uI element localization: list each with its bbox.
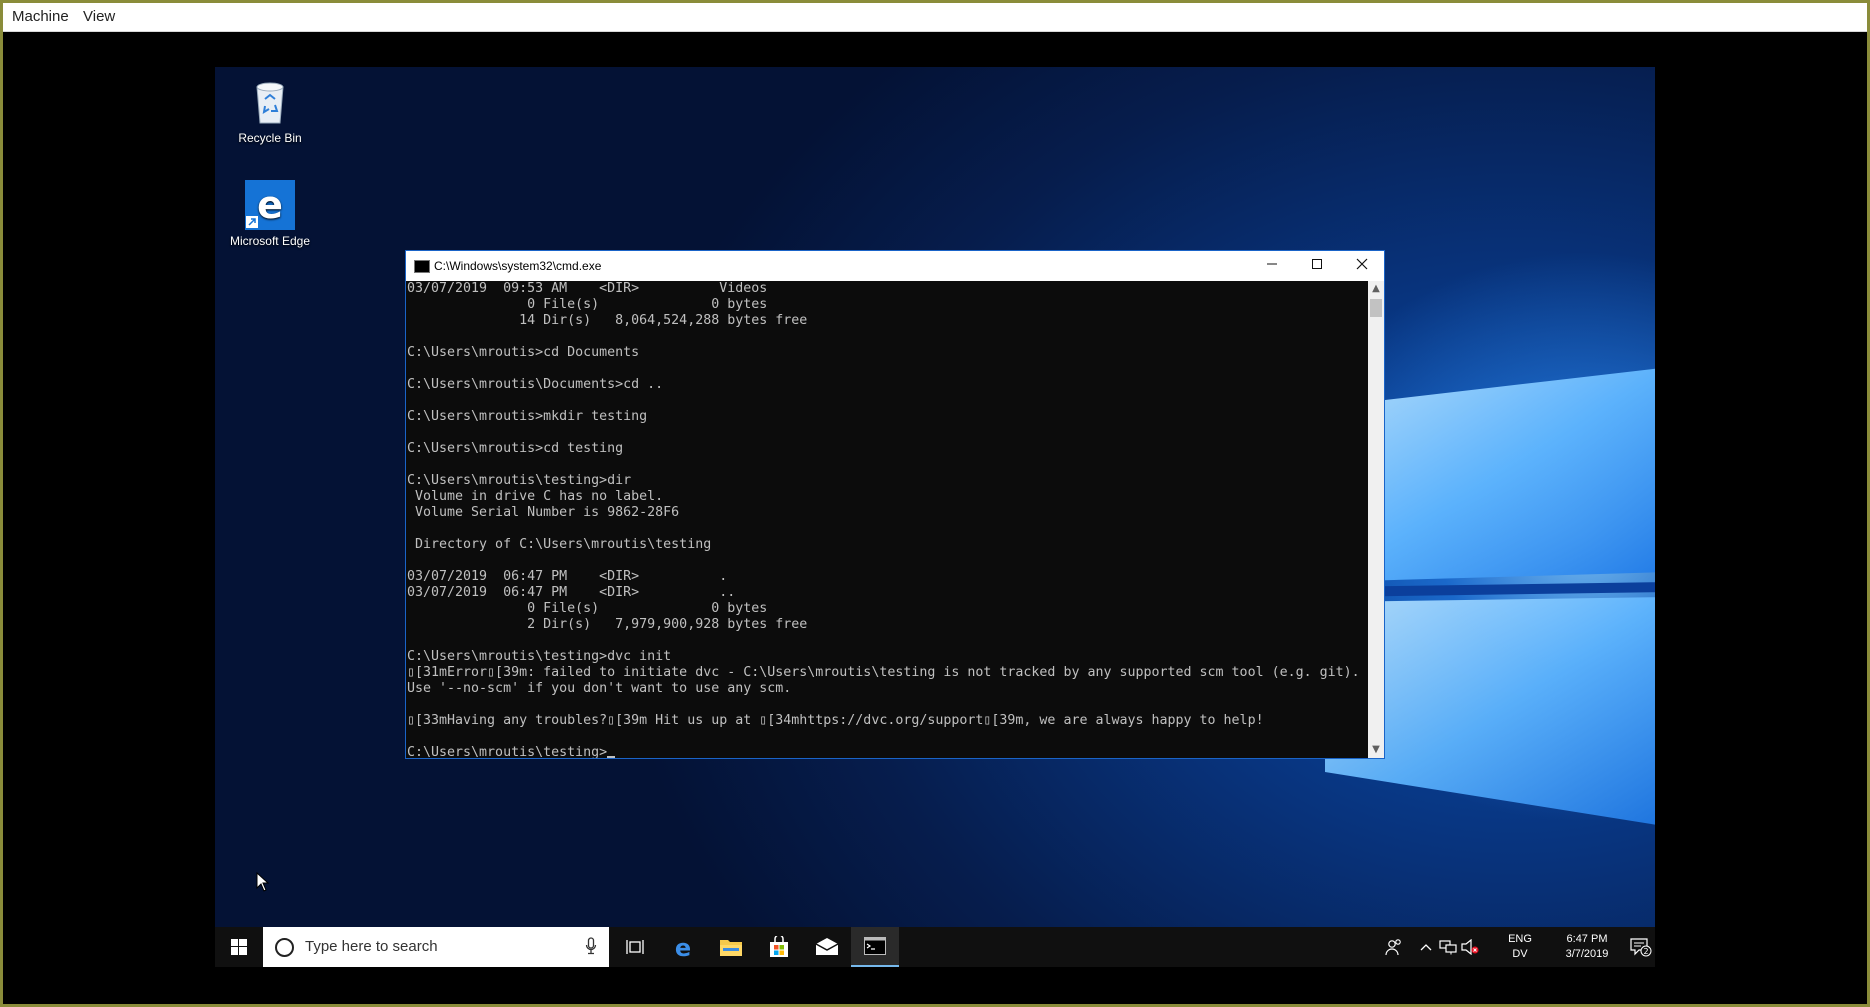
taskbar-edge-button[interactable]: e (659, 927, 707, 967)
guest-desktop: Recycle Bin e Microsoft Edge C:\Windows\… (215, 67, 1655, 967)
console-line: 2 Dir(s) 7,979,900,928 bytes free (407, 617, 808, 632)
start-button[interactable] (215, 927, 263, 967)
show-hidden-icons-button[interactable] (1415, 927, 1437, 967)
svg-text:e: e (257, 183, 283, 227)
console-icon (864, 937, 886, 955)
scroll-down-icon[interactable]: ▼ (1368, 742, 1384, 758)
clock-time: 6:47 PM (1566, 933, 1608, 945)
chevron-up-icon (1420, 944, 1432, 951)
console-line: Volume in drive C has no label. (407, 489, 664, 504)
console-icon (414, 260, 430, 273)
network-button[interactable] (1437, 927, 1459, 967)
console-line: 0 File(s) 0 bytes (407, 601, 768, 616)
keyboard-layout-code: DV (1512, 948, 1528, 960)
action-center-button[interactable]: 2 (1627, 927, 1655, 967)
speaker-muted-icon (1461, 939, 1479, 955)
minimize-icon (1266, 263, 1277, 265)
vertical-scrollbar[interactable]: ▲ ▼ (1368, 281, 1384, 758)
people-button[interactable] (1377, 927, 1411, 967)
desktop-icon-edge[interactable]: e Microsoft Edge (225, 180, 315, 249)
scroll-up-icon[interactable]: ▲ (1368, 281, 1384, 297)
mouse-pointer-icon (256, 872, 270, 892)
edge-icon: e (675, 935, 691, 959)
maximize-icon (1311, 259, 1322, 269)
taskbar-search-box[interactable]: Type here to search (263, 927, 609, 967)
console-line: C:\Users\mroutis\testing>dvc init (407, 649, 672, 664)
input-language-indicator[interactable]: ENG DV (1502, 932, 1538, 962)
menu-machine[interactable]: Machine (12, 8, 69, 25)
cmd-window[interactable]: C:\Windows\system32\cmd.exe 03/07/2019 0… (405, 250, 1385, 759)
task-view-icon (626, 940, 644, 954)
host-menubar: Machine View (3, 3, 1867, 32)
search-placeholder: Type here to search (305, 938, 438, 955)
store-bag-icon (770, 936, 788, 957)
console-line: 0 File(s) 0 bytes (407, 297, 768, 312)
console-line: C:\Users\mroutis\Documents>cd .. (407, 377, 664, 392)
console-line: C:\Users\mroutis>mkdir testing (407, 409, 648, 424)
console-line: C:\Users\mroutis>cd testing (407, 441, 624, 456)
edge-icon: e (245, 180, 295, 230)
system-clock[interactable]: 6:47 PM 3/7/2019 (1557, 932, 1617, 962)
desktop-icon-recycle-bin[interactable]: Recycle Bin (225, 77, 315, 146)
windows-start-icon (231, 939, 247, 955)
cortana-icon (275, 938, 294, 957)
console-line: Use '--no-scm' if you don't want to use … (407, 681, 792, 696)
text-cursor (607, 756, 616, 758)
desktop-icon-label: Microsoft Edge (229, 234, 311, 248)
console-line: Volume Serial Number is 9862-28F6 (407, 505, 680, 520)
svg-text:e: e (675, 935, 691, 959)
folder-icon (720, 940, 742, 956)
scroll-thumb[interactable] (1370, 299, 1382, 317)
cmd-titlebar[interactable]: C:\Windows\system32\cmd.exe (406, 251, 1384, 281)
console-line: 14 Dir(s) 8,064,524,288 bytes free (407, 313, 808, 328)
console-line: Directory of C:\Users\mroutis\testing (407, 537, 712, 552)
network-icon (1439, 940, 1457, 955)
desktop-icon-label: Recycle Bin (238, 131, 302, 145)
taskbar-file-explorer-button[interactable] (707, 927, 755, 967)
console-line: C:\Users\mroutis>cd Documents (407, 345, 640, 360)
taskbar-store-button[interactable] (755, 927, 803, 967)
console-line: ▯[31mError▯[39m: failed to initiate dvc … (407, 665, 1360, 680)
mail-icon (815, 938, 839, 955)
microphone-icon[interactable] (585, 937, 597, 955)
menu-view[interactable]: View (83, 8, 115, 25)
close-icon (1356, 258, 1367, 270)
notification-icon: 2 (1630, 938, 1652, 957)
notification-count: 2 (1643, 947, 1648, 956)
taskbar-cmd-button[interactable] (851, 927, 899, 967)
people-icon (1385, 939, 1401, 956)
clock-date: 3/7/2019 (1565, 948, 1609, 960)
close-button[interactable] (1339, 251, 1384, 281)
console-line: 03/07/2019 06:47 PM <DIR> . (407, 569, 728, 584)
cmd-window-title: C:\Windows\system32\cmd.exe (434, 259, 602, 273)
console-line: C:\Users\mroutis\testing>dir (407, 473, 632, 488)
minimize-button[interactable] (1249, 251, 1294, 281)
task-view-button[interactable] (611, 927, 659, 967)
taskbar: Type here to search e ENG DV 6:47 PM 3/7… (215, 927, 1655, 967)
console-prompt: C:\Users\mroutis\testing> (407, 745, 608, 758)
recycle-bin-icon (245, 77, 295, 127)
console-line: ▯[33mHaving any troubles?▯[39m Hit us up… (407, 713, 1264, 728)
volume-button[interactable] (1459, 927, 1481, 967)
console-line: 03/07/2019 09:53 AM <DIR> Videos (407, 281, 768, 296)
console-prompt-line[interactable]: C:\Users\mroutis\testing> (407, 745, 1370, 758)
console-output[interactable]: 03/07/2019 09:53 AM <DIR> Videos 0 File(… (406, 281, 1370, 758)
taskbar-mail-button[interactable] (803, 927, 851, 967)
language-code: ENG (1508, 933, 1532, 945)
console-line: 03/07/2019 06:47 PM <DIR> .. (407, 585, 736, 600)
maximize-button[interactable] (1294, 251, 1339, 281)
